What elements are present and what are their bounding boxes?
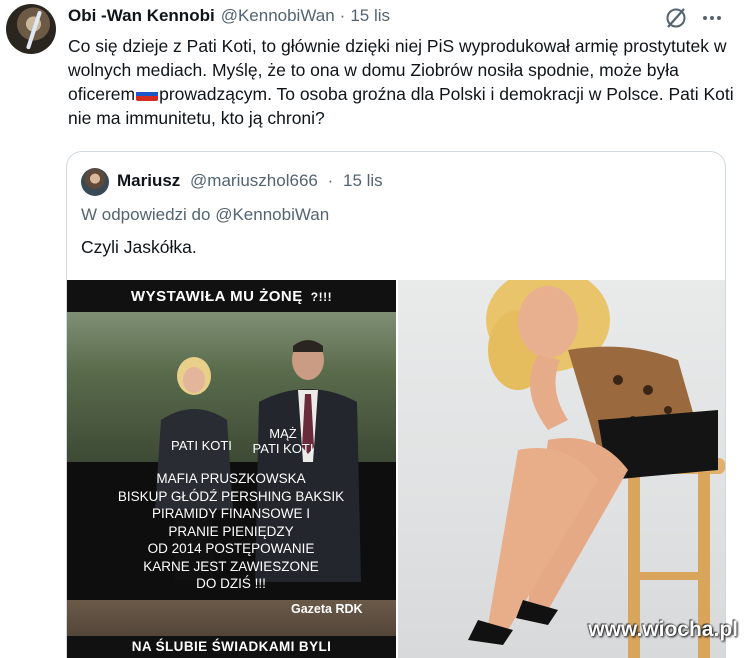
meme-image[interactable]: WYSTAWIŁA MU ŻONĘ?!!! PATI KOTI MĄŻ PATI… <box>67 280 396 658</box>
meme-box-line: BISKUP GŁÓDŹ PERSHING BAKSIK <box>117 488 345 504</box>
meme-caption-top-text: WYSTAWIŁA MU ŻONĘ <box>130 288 303 305</box>
tweet-timestamp[interactable]: 15 lis <box>350 6 390 26</box>
quote-author-handle: @mariuszhol666 <box>190 171 318 190</box>
quote-timestamp: 15 lis <box>343 171 383 190</box>
meme-caption-top: WYSTAWIŁA MU ŻONĘ?!!! <box>67 288 396 305</box>
meme-label-man-line2: PATI KOTI <box>252 441 314 456</box>
meme-box-line: PRANIE PIENIĘDZY <box>168 523 294 539</box>
meme-source: Gazeta RDK <box>291 602 363 616</box>
separator-dot: · <box>339 6 346 25</box>
photo-image[interactable] <box>398 280 725 658</box>
tweet-text: Co się dzieje z Pati Koti, to głównie dz… <box>68 34 736 130</box>
seated-woman-illustration <box>468 280 725 658</box>
grok-icon[interactable] <box>664 6 688 30</box>
meme-label-man: MĄŻ PATI KOTI <box>245 426 321 456</box>
reply-prefix: W odpowiedzi do <box>81 205 211 224</box>
russia-flag-icon <box>136 87 159 101</box>
author-avatar[interactable] <box>6 4 56 54</box>
quote-text: Czyli Jaskółka. <box>81 237 197 257</box>
meme-box-line: MAFIA PRUSZKOWSKA <box>156 471 306 486</box>
meme-box-line: PIRAMIDY FINANSOWE I <box>151 506 311 521</box>
meme-caption-top-suffix: ?!!! <box>310 290 333 304</box>
author-handle[interactable]: @KennobiWan <box>221 6 335 26</box>
quote-author-name: Mariusz <box>117 171 181 190</box>
reply-mention: @KennobiWan <box>215 205 330 224</box>
quote-author-avatar <box>81 168 109 196</box>
site-watermark: www.wiocha.pl <box>588 618 738 641</box>
tweet: Obi -Wan Kennobi @KennobiWan · 15 lis Co… <box>0 0 750 658</box>
quote-header: Mariusz @mariuszhol666 · 15 lis <box>117 171 383 191</box>
meme-box-line: OD 2014 POSTĘPOWANIE <box>147 541 315 556</box>
meme-label-woman: PATI KOTI <box>171 438 232 453</box>
reply-context: W odpowiedzi do @KennobiWan <box>81 205 329 225</box>
lightsaber-shape <box>25 10 43 50</box>
meme-label-man-line1: MĄŻ <box>269 426 297 441</box>
separator-dot: · <box>327 171 334 190</box>
meme-box-line: KARNE JEST ZAWIESZONE <box>143 558 319 574</box>
tweet-header: Obi -Wan Kennobi @KennobiWan · 15 lis <box>68 6 670 30</box>
more-icon[interactable] <box>700 6 724 30</box>
meme-box-text: MAFIA PRUSZKOWSKA BISKUP GŁÓDŹ PERSHING … <box>81 470 381 593</box>
quoted-tweet[interactable]: Mariusz @mariuszhol666 · 15 lis W odpowi… <box>66 151 726 658</box>
tweet-text-part2: prowadzącym. To osoba groźna dla Polski … <box>68 84 734 128</box>
meme-caption-bottom: NA ŚLUBIE ŚWIADKAMI BYLI <box>67 636 396 658</box>
quote-media: WYSTAWIŁA MU ŻONĘ?!!! PATI KOTI MĄŻ PATI… <box>67 280 725 658</box>
author-name[interactable]: Obi -Wan Kennobi <box>68 6 215 26</box>
meme-box-line: DO DZIŚ !!! <box>196 576 266 591</box>
